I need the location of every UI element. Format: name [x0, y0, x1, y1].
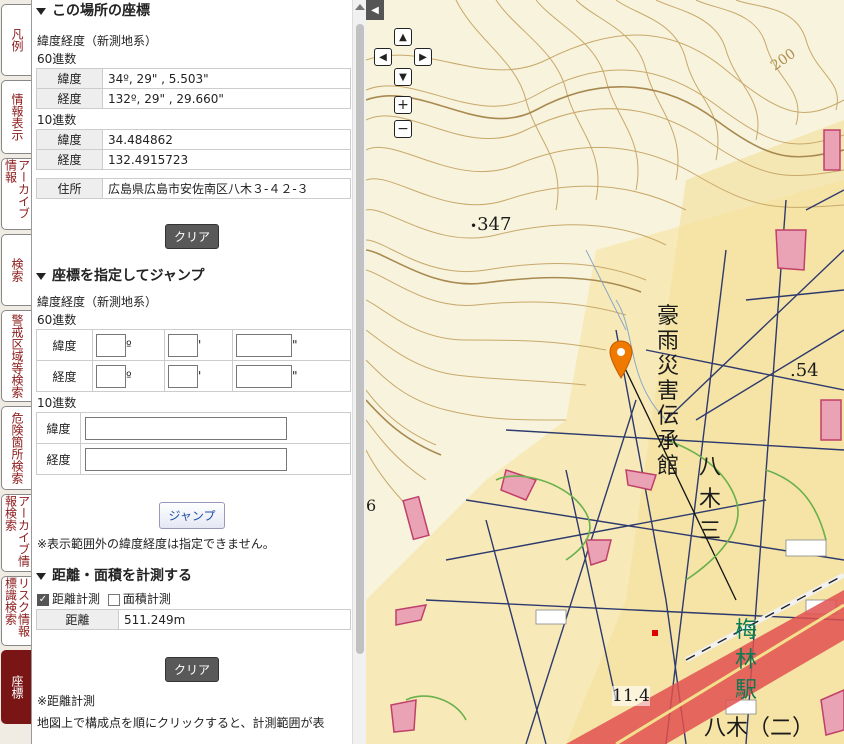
jump-lat-label: 緯度	[36, 329, 93, 361]
deg-mark: º	[126, 368, 132, 383]
jump-decimal-label: 10進数	[37, 396, 77, 410]
jump-section-header[interactable]: 座標を指定してジャンプ	[32, 265, 352, 287]
elevation-11-label: 11.4	[612, 686, 650, 706]
lat-decimal-value: 34.484862	[102, 129, 351, 150]
decimal-table: 緯度 34.484862 経度 132.4915723	[36, 129, 351, 170]
lat-deg-input[interactable]	[96, 333, 126, 357]
edge-6-label: 6	[366, 496, 377, 515]
measure-section-header[interactable]: 距離・面積を計測する	[32, 565, 352, 587]
sexagesimal-label: 60進数	[37, 52, 77, 66]
tab-info-display[interactable]: 情報表示	[1, 80, 31, 154]
pan-right-button[interactable]: ▶	[414, 48, 432, 66]
dms-table: 緯度 34º, 29" , 5.503" 経度 132º, 29" , 29.660…	[36, 68, 351, 109]
area-checkbox[interactable]	[107, 593, 120, 606]
jump-lat-label: 緯度	[36, 412, 81, 444]
address-value: 広島県広島市安佐南区八木３-４２-３	[102, 178, 351, 199]
clear-measure-button[interactable]: クリア	[164, 657, 219, 682]
scroll-up-icon[interactable]	[355, 4, 365, 10]
tab-risk-sign-search[interactable]: リスク情報標識検索	[1, 576, 31, 646]
collapse-triangle-icon	[36, 7, 46, 15]
lat-sec-input[interactable]	[236, 333, 292, 357]
coordinates-panel: この場所の座標 緯度経度（新測地系） 60進数 緯度 34º, 29" , 5.5…	[32, 0, 352, 744]
jump-dms-table: 緯度 º ' " 経度 º ' "	[36, 329, 351, 392]
memorial-hall-label: 豪雨災害伝承館	[656, 304, 679, 479]
location-pin-icon[interactable]	[609, 340, 633, 380]
datum-label: 緯度経度（新測地系）	[37, 34, 158, 48]
map-view[interactable]: ▲ ◀ ▶ ▼ + − •347 .54 200 11.4 6 豪雨災害伝承館 …	[366, 0, 844, 744]
pan-up-button[interactable]: ▲	[394, 28, 412, 46]
side-tab-bar: 凡例 情報表示 アーカイブ情報 検索 警戒区域等検索 危険箇所検索 アーカイブ情…	[0, 0, 32, 744]
min-mark: '	[198, 337, 202, 352]
zoom-in-button[interactable]: +	[394, 96, 412, 114]
jump-sexagesimal-label: 60進数	[37, 313, 77, 327]
lon-dms-value: 132º, 29" , 29.660"	[102, 88, 351, 109]
measure-note-2: 地図上で構成点を順にクリックすると、計測範囲が表	[37, 716, 325, 730]
elevation-347-label: •347	[470, 214, 512, 235]
lon-label: 経度	[36, 88, 103, 109]
jump-decimal-table: 緯度 経度	[36, 412, 351, 475]
lat-label: 緯度	[36, 129, 103, 150]
distance-label: 距離	[36, 609, 119, 630]
decimal-label: 10進数	[37, 113, 77, 127]
lon-min-input[interactable]	[168, 364, 198, 388]
lon-decimal-input[interactable]	[85, 447, 287, 471]
jump-note: ※表示範囲外の緯度経度は指定できません。	[37, 537, 275, 551]
jump-lon-label: 経度	[36, 443, 81, 475]
lon-decimal-value: 132.4915723	[102, 149, 351, 170]
location-pin-dot	[617, 348, 625, 356]
clear-coord-button[interactable]: クリア	[164, 224, 219, 249]
collapse-triangle-icon	[36, 272, 46, 280]
lat-min-input[interactable]	[168, 333, 198, 357]
min-mark: '	[198, 368, 202, 383]
measure-note-1: ※距離計測	[37, 694, 96, 708]
yagi-3-label: 八木三	[698, 455, 721, 544]
distance-checkbox[interactable]: ✓	[37, 593, 49, 606]
collapse-triangle-icon	[36, 572, 46, 580]
tab-archive-search[interactable]: アーカイブ情報検索	[1, 494, 31, 572]
tab-danger-spot-search[interactable]: 危険箇所検索	[1, 406, 31, 490]
location-pin-shape	[609, 340, 633, 379]
tab-warning-zone-search[interactable]: 警戒区域等検索	[1, 310, 31, 402]
lat-label: 緯度	[36, 68, 103, 89]
jump-lon-label: 経度	[36, 360, 93, 392]
pan-down-button[interactable]: ▼	[394, 68, 412, 86]
lat-decimal-input[interactable]	[85, 416, 287, 440]
lat-dms-value: 34º, 29" , 5.503"	[102, 68, 351, 89]
panel-scrollbar[interactable]	[352, 0, 366, 744]
sec-mark: "	[292, 368, 298, 383]
lon-deg-input[interactable]	[96, 364, 126, 388]
distance-table: 距離 511.249m	[36, 609, 351, 630]
coord-section-header[interactable]: この場所の座標	[32, 0, 352, 22]
topographic-map	[366, 0, 844, 744]
lon-label: 経度	[36, 149, 103, 170]
collapse-panel-button[interactable]: ◀	[366, 0, 384, 20]
tab-coordinates[interactable]: 座標	[1, 650, 31, 724]
jump-button[interactable]: ジャンプ	[159, 502, 225, 529]
sec-mark: "	[292, 337, 298, 352]
zoom-out-button[interactable]: −	[394, 120, 412, 138]
scrollbar-thumb[interactable]	[356, 24, 364, 654]
pan-left-button[interactable]: ◀	[374, 48, 392, 66]
jump-datum-label: 緯度経度（新測地系）	[37, 295, 158, 309]
distance-check-label: 距離計測	[52, 592, 101, 606]
tab-search[interactable]: 検索	[1, 234, 31, 306]
area-check-label: 面積計測	[122, 592, 171, 606]
address-table: 住所 広島県広島市安佐南区八木３-４２-３	[36, 178, 351, 199]
deg-mark: º	[126, 337, 132, 352]
yagi-2-label: 八木（二）	[704, 716, 815, 741]
tab-legend[interactable]: 凡例	[1, 4, 31, 76]
tab-archive-info[interactable]: アーカイブ情報	[1, 158, 31, 230]
address-label: 住所	[36, 178, 103, 199]
distance-value: 511.249m	[118, 609, 351, 630]
umebayashi-station-label: 梅林駅	[734, 618, 757, 703]
lon-sec-input[interactable]	[236, 364, 292, 388]
elevation-54-label: .54	[790, 360, 819, 381]
